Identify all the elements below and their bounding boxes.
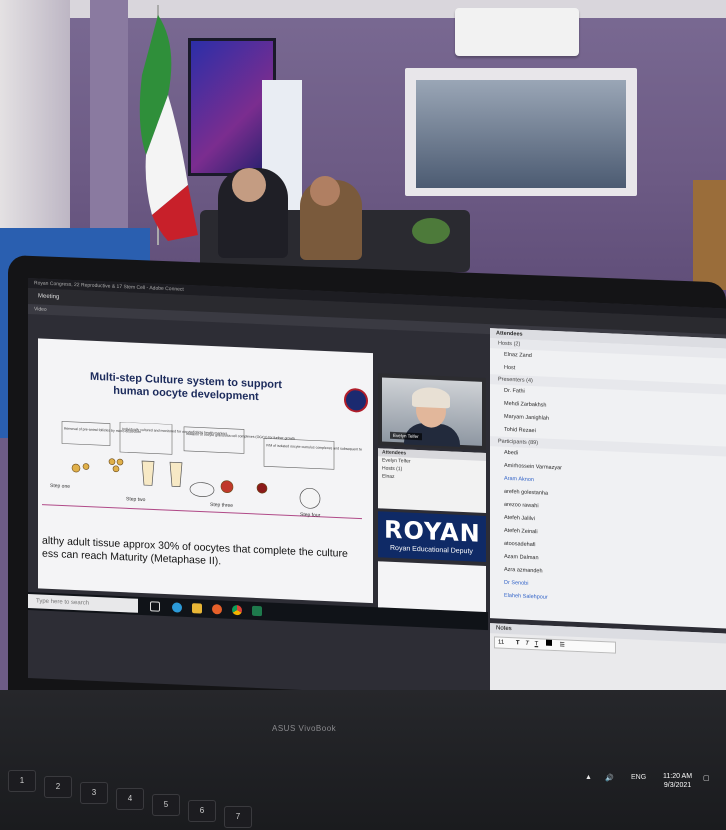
- clock-time: 11:20 AM: [663, 773, 693, 780]
- wifi-icon[interactable]: ▲: [585, 774, 592, 781]
- taskbar-clock[interactable]: 11:20 AM 9/3/2021: [663, 772, 692, 790]
- underline-icon[interactable]: T: [535, 641, 539, 647]
- box-4-label: IVM of isolated oocyte-cumulus complexes…: [266, 443, 362, 452]
- language-indicator[interactable]: ENG: [631, 774, 646, 781]
- volume-icon[interactable]: 🔊: [605, 774, 614, 782]
- box-3-label: Isolation of oocyte granulosa cell compl…: [186, 432, 295, 441]
- webcam-feed: Evelyn Telfer: [382, 377, 482, 447]
- step-two-label: Step two: [126, 496, 146, 503]
- university-crest-icon: [344, 387, 368, 413]
- key-5[interactable]: 5: [152, 794, 180, 816]
- seated-woman-head: [310, 176, 340, 206]
- attendees-pod: Attendees Hosts (2) Elnaz Zand Host Pres…: [490, 328, 726, 629]
- menu-meeting[interactable]: Meeting: [38, 293, 59, 300]
- white-pillar: [0, 0, 70, 240]
- task-view-icon[interactable]: [150, 601, 160, 612]
- royan-banner: ROYAN Royan Educational Deputy: [378, 511, 486, 562]
- notification-icon[interactable]: ▢: [703, 774, 710, 782]
- presenter-name-tag: Evelyn Telfer: [390, 431, 422, 441]
- podium: [693, 180, 726, 290]
- plant: [412, 218, 450, 244]
- system-tray: ▲ 🔊 ENG 11:20 AM 9/3/2021 ▢: [565, 768, 726, 808]
- iran-flag: [139, 5, 198, 245]
- key-4[interactable]: 4: [116, 788, 144, 810]
- share-pod: Multi-step Culture system to support hum…: [38, 338, 373, 604]
- key-2[interactable]: 2: [44, 776, 72, 798]
- firefox-icon[interactable]: [212, 604, 222, 615]
- font-size-select[interactable]: 11: [498, 640, 504, 646]
- step-one-label: Step one: [50, 483, 70, 490]
- seated-man-head: [232, 168, 266, 202]
- key-1[interactable]: 1: [8, 770, 36, 792]
- video-pod: Evelyn Telfer: [378, 373, 486, 450]
- control-room-glass: [416, 80, 626, 188]
- edge-icon[interactable]: [172, 602, 182, 613]
- italic-icon[interactable]: T: [525, 641, 529, 647]
- color-swatch[interactable]: [545, 639, 552, 646]
- slide-title: Multi-step Culture system to support hum…: [76, 370, 296, 406]
- mini-attendees-pod: Attendees Evelyn Telfer Hosts (1) Elnaz: [378, 448, 486, 513]
- taskbar-search[interactable]: Type here to search: [28, 594, 138, 613]
- bold-icon[interactable]: T: [516, 640, 520, 646]
- oocyte-culture-diagram: Removal of pre-antral follicles by micro…: [42, 421, 362, 520]
- chrome-icon[interactable]: [232, 604, 242, 616]
- step-three-label: Step three: [210, 502, 233, 509]
- adobe-connect-icon[interactable]: [252, 605, 262, 617]
- step-four-label: Step four: [300, 512, 321, 519]
- list-icon[interactable]: ☰: [560, 642, 565, 648]
- air-conditioner: [455, 8, 579, 56]
- file-explorer-icon[interactable]: [192, 603, 202, 614]
- wall-panel: [90, 0, 128, 235]
- laptop-screen: Royan Congress, 22 Reproductive & 17 Ste…: [28, 278, 726, 709]
- royan-logo: ROYAN: [384, 515, 481, 548]
- notes-toolbar: 11 T T T ☰: [494, 636, 616, 654]
- slide-body-text: althy adult tissue approx 30% of oocytes…: [42, 535, 367, 575]
- laptop-brand: ASUS VivoBook: [272, 724, 337, 733]
- key-3[interactable]: 3: [80, 782, 108, 804]
- key-6[interactable]: 6: [188, 800, 216, 822]
- keyboard: 1 2 3 4 5 6 7: [0, 740, 330, 830]
- presenter-hair: [412, 386, 450, 409]
- clock-date: 9/3/2021: [663, 782, 692, 789]
- key-7[interactable]: 7: [224, 806, 252, 828]
